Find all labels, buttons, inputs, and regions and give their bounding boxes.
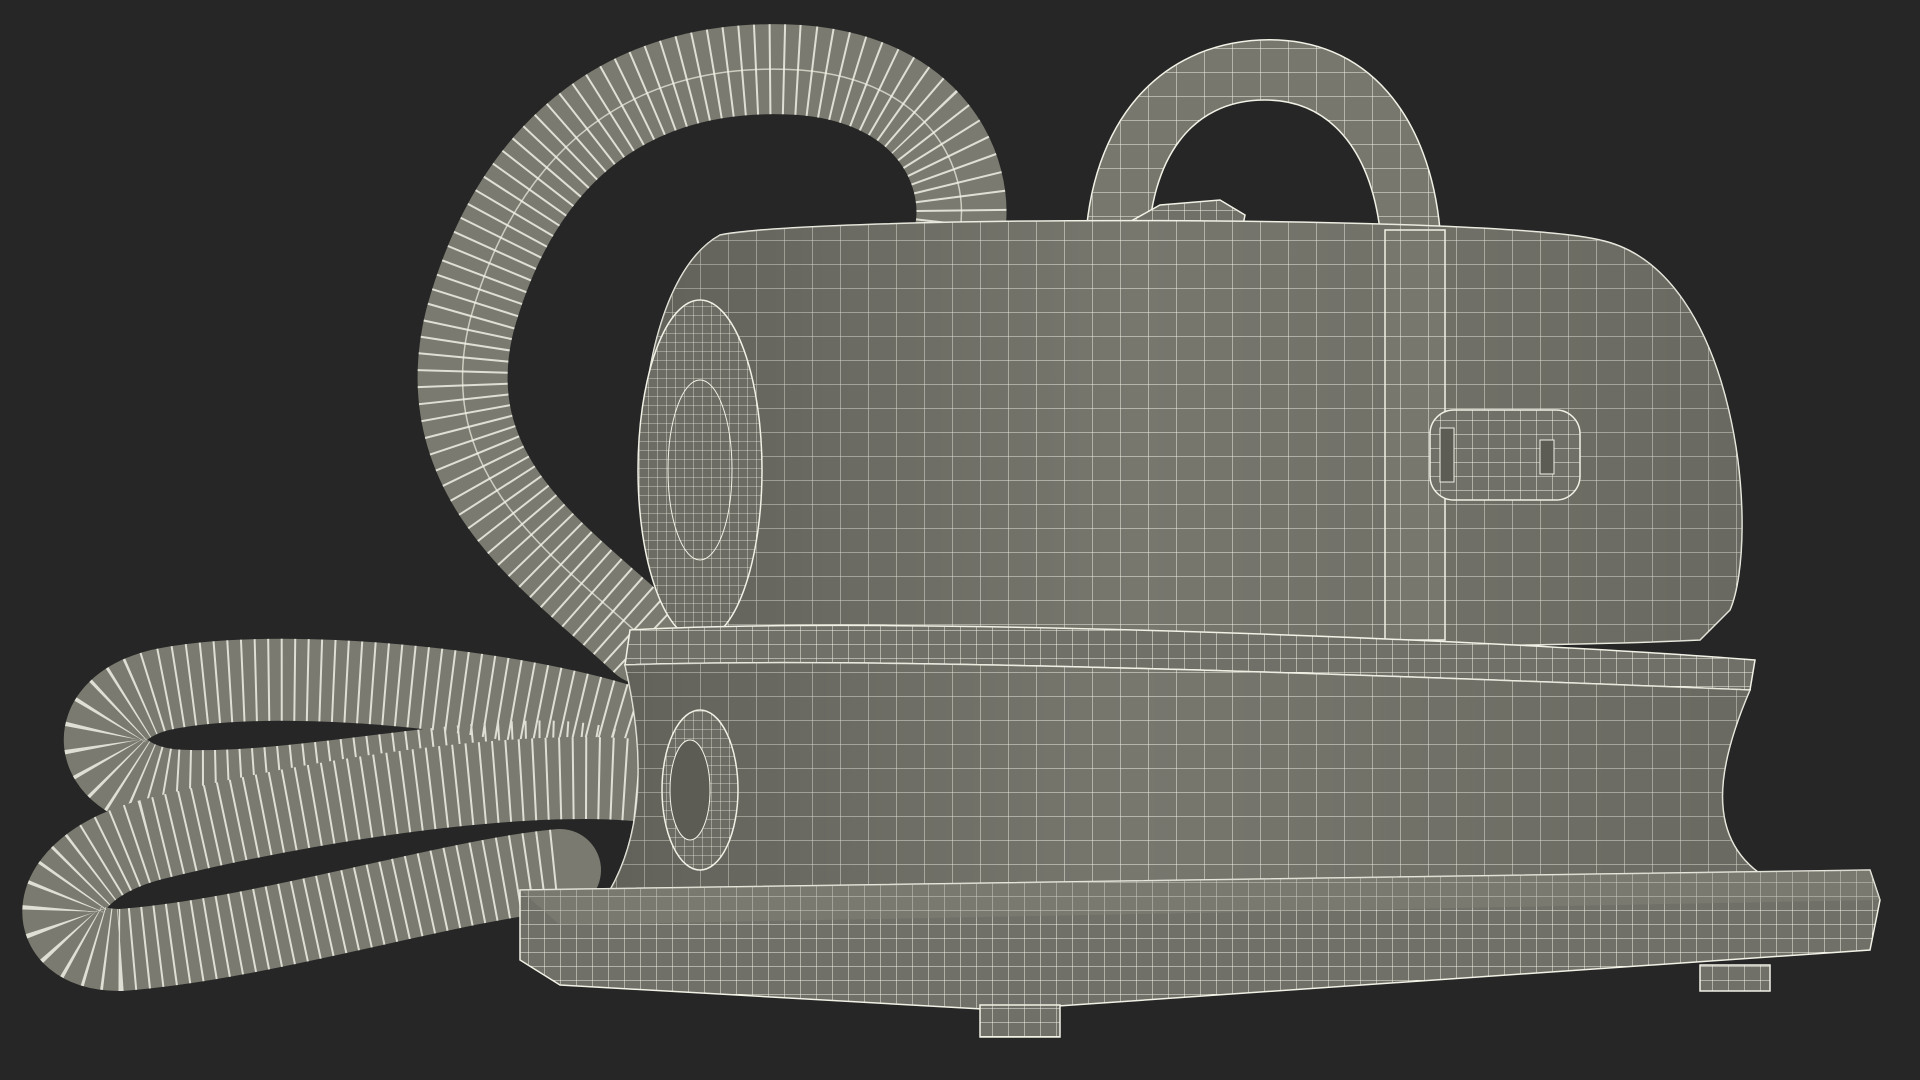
base-plate bbox=[519, 869, 1881, 1011]
base-skirt bbox=[608, 661, 1773, 891]
hose-connector bbox=[661, 709, 739, 871]
end-cap bbox=[637, 299, 763, 641]
wireframe-render bbox=[22, 24, 1881, 1038]
latch-button bbox=[1429, 409, 1581, 501]
